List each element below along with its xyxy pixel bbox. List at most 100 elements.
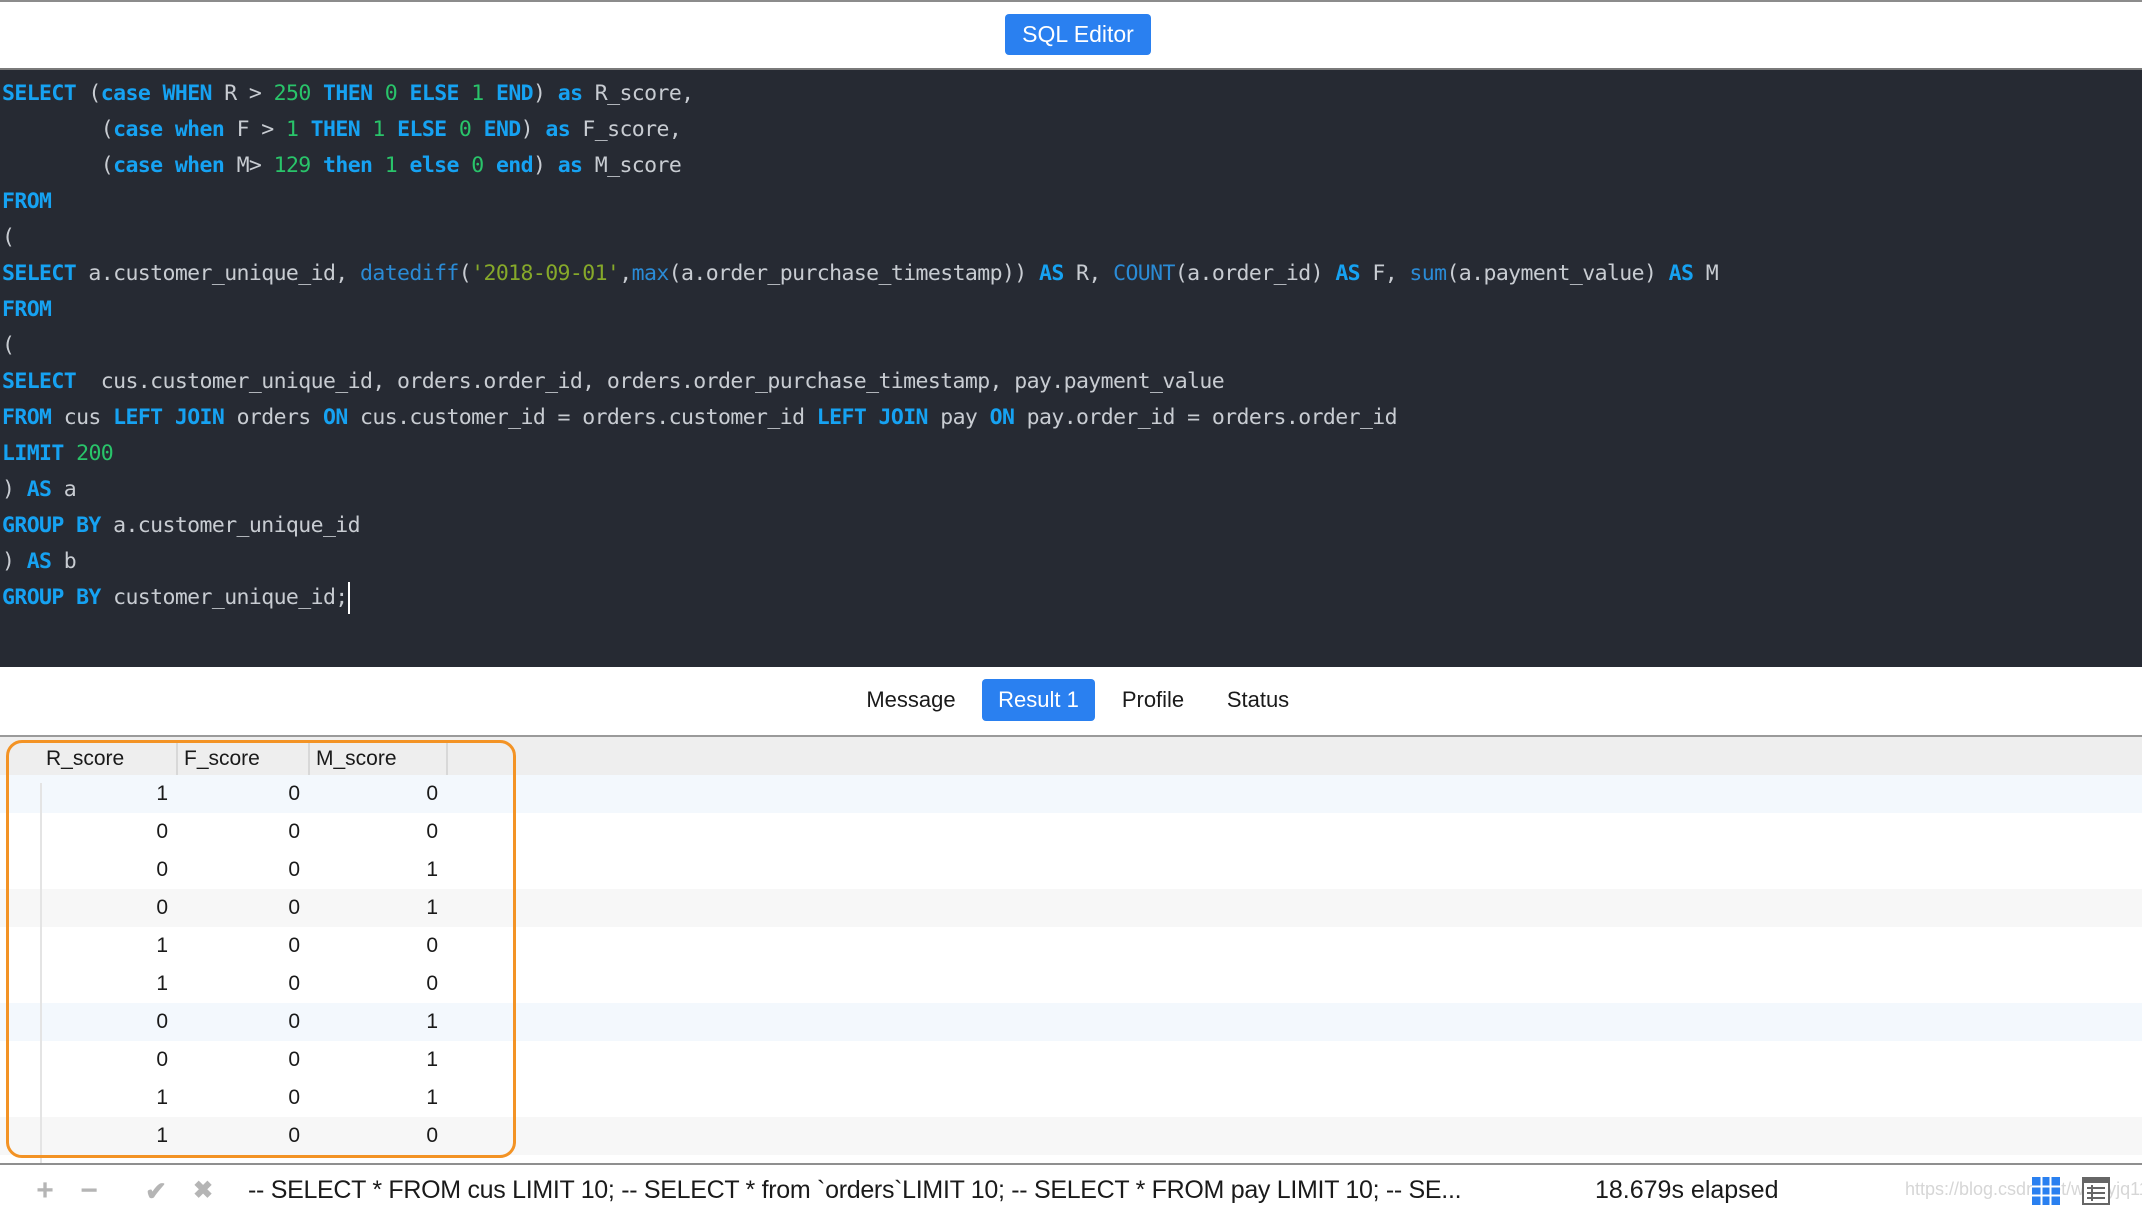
code-line[interactable]: SELECT cus.customer_unique_id, orders.or…: [0, 364, 2142, 400]
m-score-cell[interactable]: 1: [338, 889, 438, 927]
sql-text: (a.order_id): [1174, 261, 1336, 286]
m-score-cell[interactable]: 1: [338, 1003, 438, 1041]
m-score-cell[interactable]: 1: [338, 851, 438, 889]
sql-text: (: [2, 153, 114, 178]
f-score-cell[interactable]: 0: [200, 965, 300, 1003]
f-score-cell[interactable]: 0: [200, 889, 300, 927]
sql-text: (: [2, 333, 15, 358]
sql-text: customer_unique_id;: [100, 585, 348, 610]
f-score-cell[interactable]: 0: [200, 1117, 300, 1155]
table-row[interactable]: 000: [0, 813, 2142, 851]
sql-number: 0: [471, 153, 484, 178]
m-score-cell[interactable]: 0: [338, 927, 438, 965]
code-line[interactable]: FROM: [0, 292, 2142, 328]
f-score-cell[interactable]: 0: [200, 1041, 300, 1079]
column-header-r-score[interactable]: R_score: [40, 743, 178, 775]
column-header-m-score[interactable]: M_score: [310, 743, 448, 775]
sql-keyword: ON: [323, 405, 348, 430]
r-score-cell[interactable]: 0: [68, 1003, 168, 1041]
r-score-cell[interactable]: 1: [68, 1117, 168, 1155]
table-row[interactable]: 100: [0, 965, 2142, 1003]
f-score-cell[interactable]: 0: [200, 927, 300, 965]
f-score-cell[interactable]: 0: [200, 813, 300, 851]
r-score-cell[interactable]: 1: [68, 1079, 168, 1117]
code-line[interactable]: (case when M> 129 then 1 else 0 end) as …: [0, 148, 2142, 184]
code-line[interactable]: GROUP BY a.customer_unique_id: [0, 508, 2142, 544]
tab-status[interactable]: Status: [1214, 679, 1302, 721]
table-row[interactable]: 001: [0, 851, 2142, 889]
f-score-cell[interactable]: 0: [200, 1003, 300, 1041]
r-score-cell[interactable]: 0: [68, 813, 168, 851]
text-cursor: [347, 582, 350, 614]
sql-code-editor[interactable]: SELECT (case WHEN R > 250 THEN 0 ELSE 1 …: [0, 68, 2142, 667]
table-row[interactable]: 101: [0, 1079, 2142, 1117]
tab-result-1[interactable]: Result 1: [982, 679, 1095, 721]
code-line[interactable]: ) AS b: [0, 544, 2142, 580]
sql-keyword: FROM: [2, 297, 52, 322]
table-row[interactable]: 001: [0, 1003, 2142, 1041]
sql-number: 250: [273, 81, 312, 106]
code-line[interactable]: LIMIT 200: [0, 436, 2142, 472]
sql-editor-title-button[interactable]: SQL Editor: [1005, 14, 1151, 55]
m-score-cell[interactable]: 0: [338, 965, 438, 1003]
grid-view-icon[interactable]: [2032, 1177, 2060, 1205]
m-score-cell[interactable]: 1: [338, 1041, 438, 1079]
result-grid[interactable]: R_score F_score M_score 1000000010011001…: [0, 737, 2142, 1163]
sql-keyword: SELECT: [2, 261, 77, 286]
r-score-cell[interactable]: 1: [68, 965, 168, 1003]
sql-keyword: case when: [113, 153, 225, 178]
add-record-icon[interactable]: +: [30, 1175, 60, 1207]
tab-message[interactable]: Message: [858, 679, 964, 721]
code-line[interactable]: SELECT a.customer_unique_id, datediff('2…: [0, 256, 2142, 292]
f-score-cell[interactable]: 0: [200, 775, 300, 813]
table-row[interactable]: 001: [0, 889, 2142, 927]
sql-keyword: as: [545, 117, 571, 142]
sql-text: (: [2, 117, 114, 142]
m-score-cell[interactable]: 0: [338, 775, 438, 813]
code-line[interactable]: FROM cus LEFT JOIN orders ON cus.custome…: [0, 400, 2142, 436]
r-score-cell[interactable]: 0: [68, 851, 168, 889]
tab-profile[interactable]: Profile: [1112, 679, 1194, 721]
f-score-cell[interactable]: 0: [200, 851, 300, 889]
m-score-cell[interactable]: 0: [338, 813, 438, 851]
table-row[interactable]: 100: [0, 927, 2142, 965]
code-line[interactable]: ) AS a: [0, 472, 2142, 508]
form-view-icon[interactable]: [2082, 1177, 2110, 1205]
sql-keyword: then: [323, 153, 373, 178]
sql-keyword: else: [409, 153, 459, 178]
discard-changes-icon[interactable]: ✖: [188, 1175, 218, 1207]
sql-keyword: GROUP BY: [2, 513, 101, 538]
code-line[interactable]: (case when F > 1 THEN 1 ELSE 0 END) as F…: [0, 112, 2142, 148]
r-score-cell[interactable]: 1: [68, 775, 168, 813]
f-score-cell[interactable]: 0: [200, 1079, 300, 1117]
code-line[interactable]: (: [0, 220, 2142, 256]
code-line[interactable]: GROUP BY customer_unique_id;: [0, 580, 2142, 616]
apply-changes-icon[interactable]: ✔: [141, 1175, 171, 1207]
sql-keyword: FROM: [2, 189, 52, 214]
r-score-cell[interactable]: 1: [68, 927, 168, 965]
sql-text: orders: [224, 405, 323, 430]
column-header-f-score[interactable]: F_score: [178, 743, 310, 775]
code-line[interactable]: (: [0, 328, 2142, 364]
table-row[interactable]: 100: [0, 1117, 2142, 1155]
m-score-cell[interactable]: 0: [338, 1117, 438, 1155]
delete-record-icon[interactable]: −: [74, 1175, 104, 1207]
sql-keyword: AS: [1335, 261, 1361, 286]
sql-text: ): [520, 117, 546, 142]
sql-keyword: end: [495, 153, 534, 178]
code-line[interactable]: FROM: [0, 184, 2142, 220]
sql-keyword: THEN: [323, 81, 373, 106]
table-row[interactable]: 100: [0, 775, 2142, 813]
sql-number: 1: [285, 117, 299, 142]
code-line[interactable]: SELECT (case WHEN R > 250 THEN 0 ELSE 1 …: [0, 76, 2142, 112]
table-row[interactable]: 001: [0, 1041, 2142, 1079]
r-score-cell[interactable]: 0: [68, 889, 168, 927]
sql-text: R >: [211, 81, 274, 106]
m-score-cell[interactable]: 1: [338, 1079, 438, 1117]
r-score-cell[interactable]: 0: [68, 1041, 168, 1079]
